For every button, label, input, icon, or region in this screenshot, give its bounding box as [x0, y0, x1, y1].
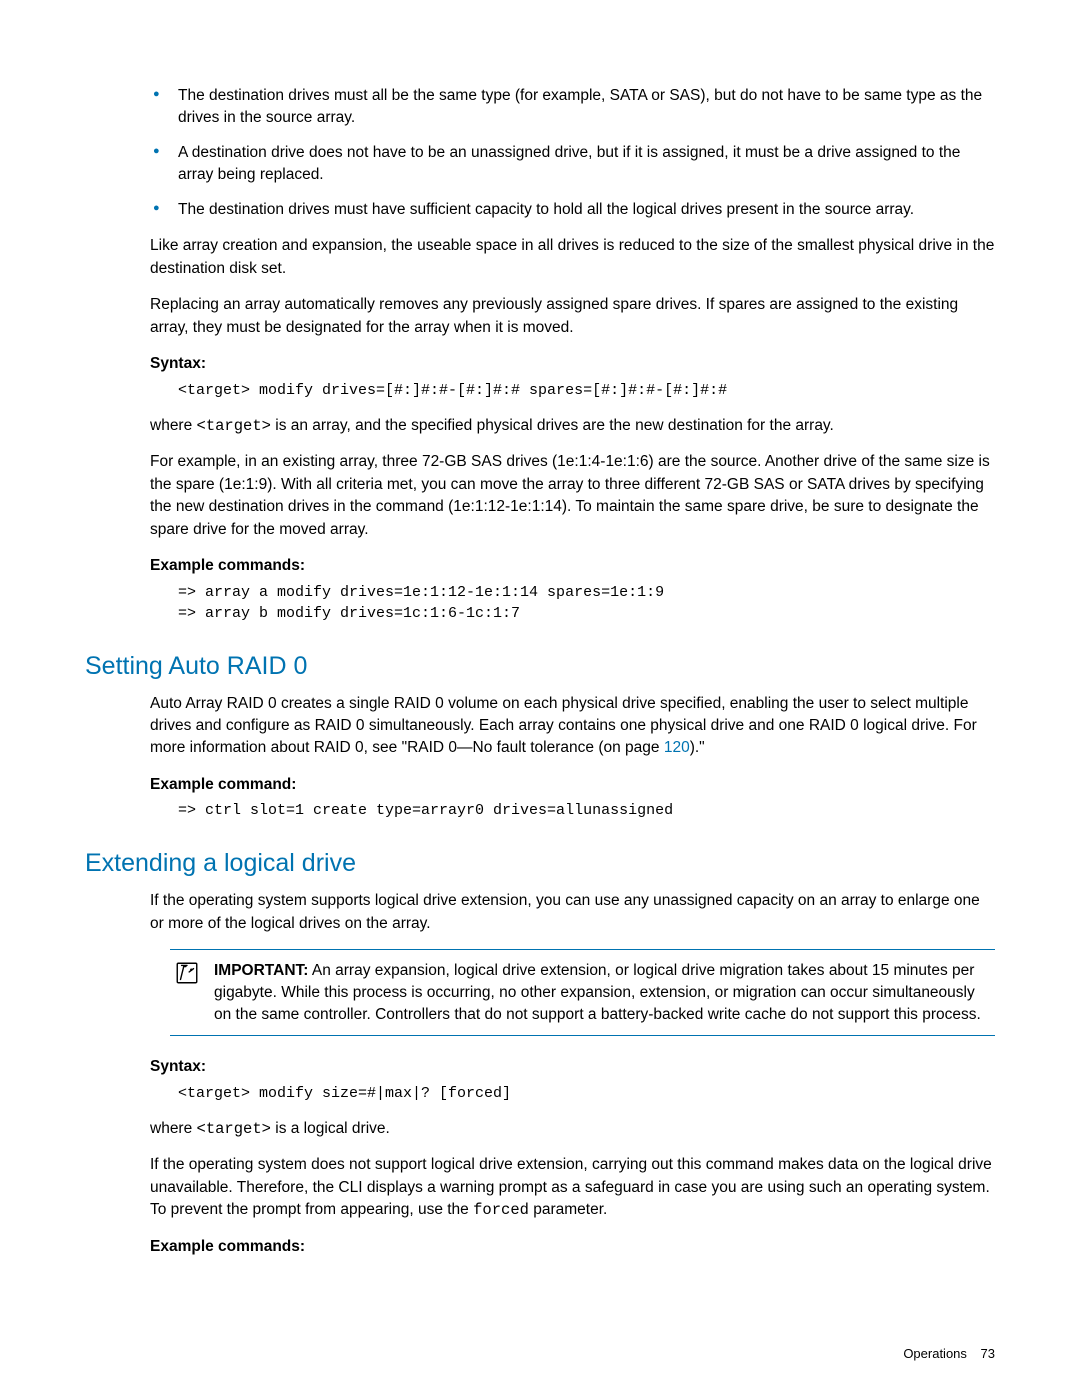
- important-label: IMPORTANT:: [214, 962, 308, 979]
- page: The destination drives must all be the s…: [0, 0, 1080, 1397]
- text: An array expansion, logical drive extens…: [214, 962, 981, 1022]
- page-link[interactable]: 120: [664, 739, 690, 756]
- code-block: <target> modify size=#|max|? [forced]: [150, 1083, 995, 1104]
- paragraph: where <target> is an array, and the spec…: [150, 415, 995, 437]
- text: where: [150, 1120, 197, 1137]
- syntax-label: Syntax:: [150, 353, 995, 375]
- paragraph: For example, in an existing array, three…: [150, 451, 995, 541]
- section-body: If the operating system supports logical…: [150, 890, 995, 1258]
- text: parameter.: [529, 1201, 607, 1218]
- paragraph: If the operating system supports logical…: [150, 890, 995, 935]
- code-block: <target> modify drives=[#:]#:#-[#:]#:# s…: [150, 380, 995, 401]
- paragraph: Like array creation and expansion, the u…: [150, 235, 995, 280]
- section-heading-auto-raid: Setting Auto RAID 0: [85, 652, 995, 681]
- list-item: The destination drives must have suffici…: [150, 199, 995, 221]
- code-block: => ctrl slot=1 create type=arrayr0 drive…: [150, 800, 995, 821]
- paragraph: Auto Array RAID 0 creates a single RAID …: [150, 693, 995, 760]
- bullet-list: The destination drives must all be the s…: [150, 85, 995, 221]
- list-item: A destination drive does not have to be …: [150, 142, 995, 187]
- example-commands-label: Example commands:: [150, 555, 995, 577]
- content-body: The destination drives must all be the s…: [150, 85, 995, 624]
- text: where: [150, 417, 197, 434]
- page-number: 73: [981, 1346, 995, 1361]
- code-block: => array a modify drives=1e:1:12-1e:1:14…: [150, 582, 995, 624]
- paragraph: If the operating system does not support…: [150, 1154, 995, 1221]
- example-commands-label: Example commands:: [150, 1236, 995, 1258]
- paragraph: where <target> is a logical drive.: [150, 1118, 995, 1140]
- text: ).": [690, 739, 705, 756]
- paragraph: Replacing an array automatically removes…: [150, 294, 995, 339]
- syntax-label: Syntax:: [150, 1056, 995, 1078]
- footer-section: Operations: [903, 1346, 967, 1361]
- inline-code: <target>: [197, 1120, 271, 1138]
- section-body: Auto Array RAID 0 creates a single RAID …: [150, 693, 995, 822]
- important-callout: IMPORTANT: An array expansion, logical d…: [170, 949, 995, 1036]
- example-command-label: Example command:: [150, 774, 995, 796]
- inline-code: <target>: [197, 417, 271, 435]
- list-item: The destination drives must all be the s…: [150, 85, 995, 130]
- important-icon: [174, 960, 200, 1025]
- text: is a logical drive.: [271, 1120, 390, 1137]
- important-text: IMPORTANT: An array expansion, logical d…: [214, 960, 991, 1025]
- text: is an array, and the specified physical …: [271, 417, 834, 434]
- page-footer: Operations 73: [903, 1346, 995, 1361]
- text: Auto Array RAID 0 creates a single RAID …: [150, 695, 977, 757]
- section-heading-extending: Extending a logical drive: [85, 849, 995, 878]
- inline-code: forced: [473, 1201, 529, 1219]
